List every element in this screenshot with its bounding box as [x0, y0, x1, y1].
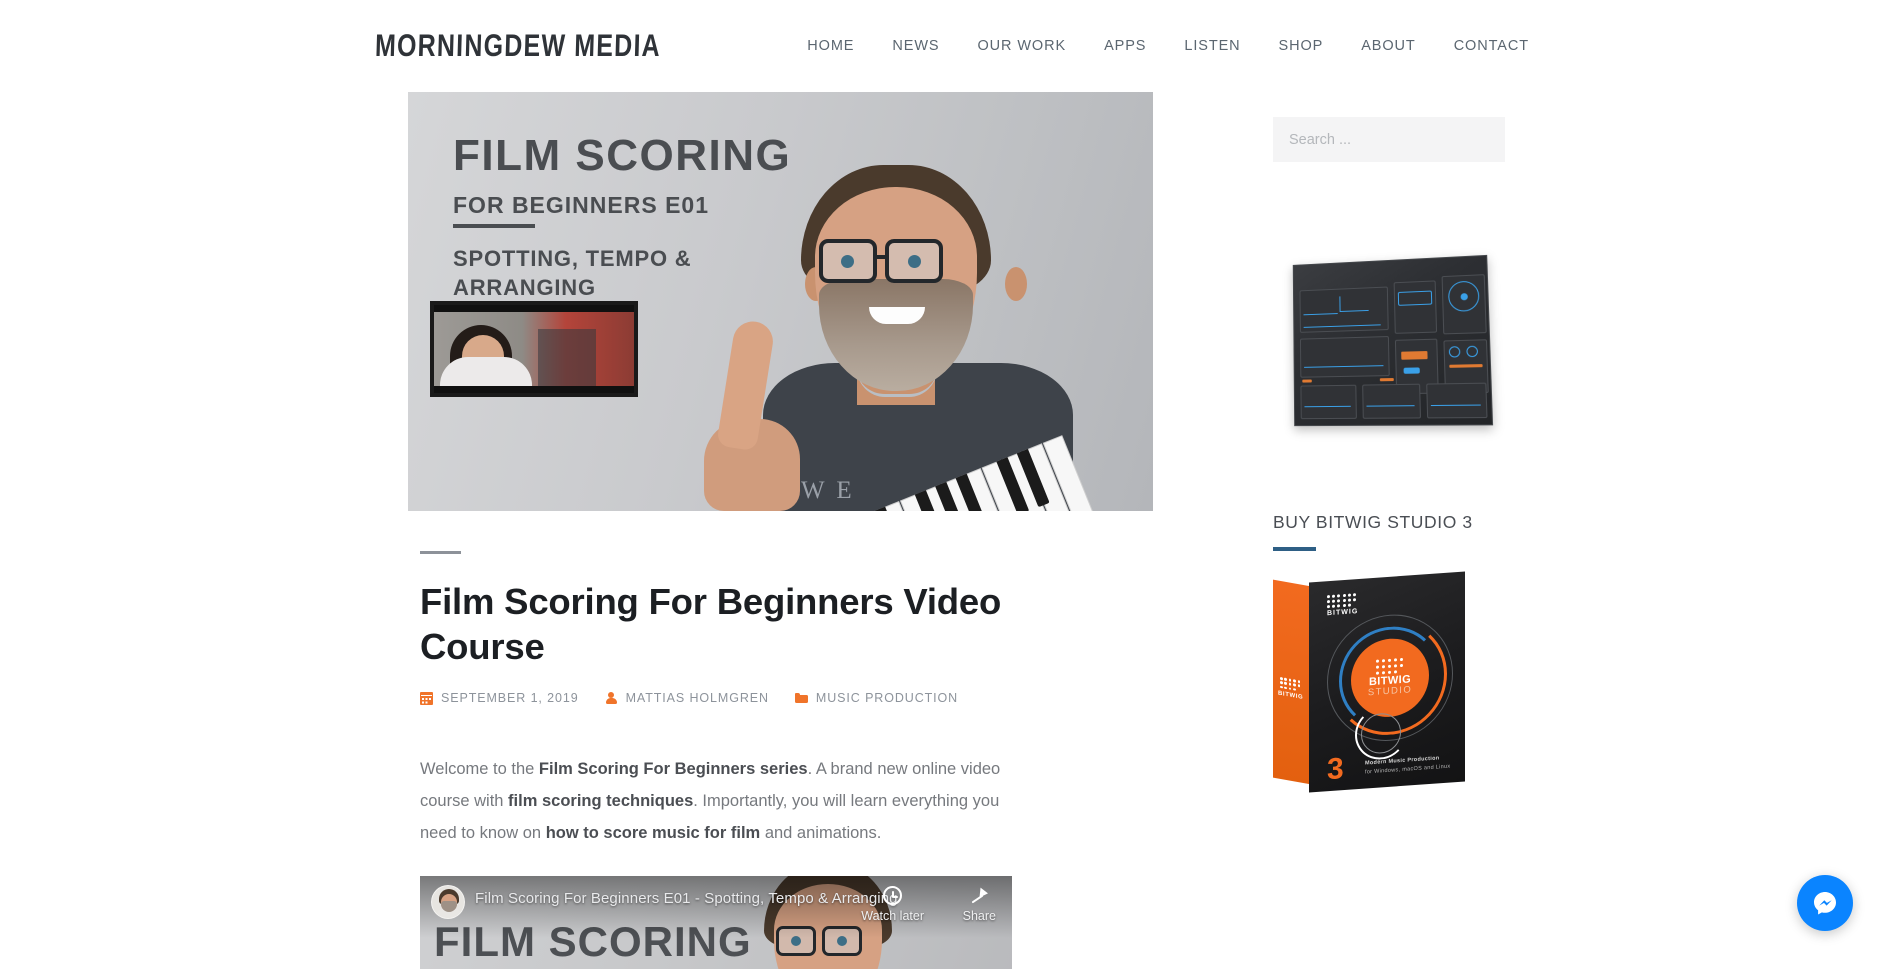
product-version: 3	[1327, 752, 1344, 787]
post-category-label[interactable]: MUSIC PRODUCTION	[816, 691, 958, 705]
watch-later-button[interactable]: Watch later	[861, 885, 924, 923]
messenger-chat-button[interactable]	[1797, 875, 1853, 931]
video-title[interactable]: Film Scoring For Beginners E01 - Spottin…	[475, 890, 898, 907]
nav-item-contact[interactable]: CONTACT	[1454, 38, 1529, 54]
daw-interface-image	[1292, 254, 1494, 427]
post-date: SEPTEMBER 1, 2019	[420, 691, 579, 705]
main-navigation: HOME NEWS OUR WORK APPS LISTEN SHOP ABOU…	[807, 38, 1529, 54]
nav-item-shop[interactable]: SHOP	[1279, 38, 1324, 54]
messenger-icon	[1814, 892, 1836, 915]
share-button[interactable]: Share	[963, 886, 996, 923]
sidebar-widget-title: BUY BITWIG STUDIO 3	[1273, 512, 1473, 532]
main-content: FILM SCORING FOR BEGINNERS E01 SPOTTING,…	[408, 92, 1153, 969]
body-bold-1: Film Scoring For Beginners series	[538, 760, 808, 779]
nav-item-our-work[interactable]: OUR WORK	[978, 38, 1067, 54]
featured-topics: SPOTTING, TEMPO & ARRANGING	[453, 246, 692, 301]
nav-item-news[interactable]: NEWS	[892, 38, 939, 54]
nav-item-apps[interactable]: APPS	[1104, 38, 1146, 54]
share-arrow-icon	[970, 886, 989, 905]
bitwig-product-box[interactable]: BITWIG BITWIG BITWIG STUDIO 3 Modern Mus…	[1273, 571, 1465, 793]
site-header: MORNINGDEW MEDIA HOME NEWS OUR WORK APPS…	[0, 0, 1901, 92]
post-date-label: SEPTEMBER 1, 2019	[441, 691, 579, 706]
page-title: Film Scoring For Beginners Video Course	[420, 581, 1002, 667]
folder-icon	[794, 692, 808, 705]
body-bold-2: film scoring techniques	[508, 792, 694, 811]
featured-heading: FILM SCORING	[453, 131, 792, 180]
user-icon	[605, 691, 618, 705]
page-layout: FILM SCORING FOR BEGINNERS E01 SPOTTING,…	[0, 92, 1901, 969]
post-author[interactable]: MATTIAS HOLMGREN	[605, 691, 769, 705]
clock-icon	[883, 885, 903, 905]
nav-item-about[interactable]: ABOUT	[1361, 38, 1415, 54]
youtube-embed[interactable]: FILM SCORING Film Scoring For Beginners …	[420, 875, 1012, 969]
title-accent-dash	[420, 551, 461, 554]
calendar-icon	[420, 691, 433, 705]
watch-later-label: Watch later	[861, 908, 924, 923]
product-logo-line2: STUDIO	[1367, 684, 1413, 699]
presenter-photo: W E	[753, 159, 1097, 511]
nav-item-listen[interactable]: LISTEN	[1184, 38, 1240, 54]
sidebar-ad-banner[interactable]	[1273, 244, 1505, 440]
featured-image[interactable]: FILM SCORING FOR BEGINNERS E01 SPOTTING,…	[408, 92, 1153, 511]
body-text-1: Welcome to the	[420, 760, 539, 779]
post-category[interactable]: MUSIC PRODUCTION	[794, 691, 958, 705]
body-bold-3: how to score music for film	[545, 824, 761, 843]
product-box-spine: BITWIG	[1273, 579, 1311, 785]
site-logo[interactable]: MORNINGDEW MEDIA	[374, 28, 662, 64]
featured-divider	[453, 224, 535, 228]
body-text-4: and animations.	[760, 824, 882, 843]
corner-brand: BITWIG	[1327, 608, 1359, 618]
post-author-label[interactable]: MATTIAS HOLMGREN	[626, 691, 769, 705]
post-body-paragraph: Welcome to the Film Scoring For Beginner…	[420, 753, 1020, 850]
spine-brand: BITWIG	[1278, 690, 1304, 701]
shirt-text: W E	[801, 477, 855, 504]
product-box-front: BITWIG BITWIG STUDIO 3 Modern Music Prod…	[1309, 571, 1465, 793]
nav-item-home[interactable]: HOME	[807, 38, 854, 54]
post-meta: SEPTEMBER 1, 2019 MATTIAS HOLMGREN MUSIC…	[420, 691, 1153, 705]
widget-accent-rule	[1273, 547, 1316, 551]
channel-avatar[interactable]	[431, 884, 465, 919]
featured-subtitle: FOR BEGINNERS E01	[453, 192, 709, 218]
sidebar: BUY BITWIG STUDIO 3 BITWIG BITWIG BITWIG…	[1273, 92, 1505, 969]
search-input[interactable]	[1273, 117, 1505, 162]
inset-video-clip	[430, 301, 638, 397]
share-label: Share	[962, 908, 996, 923]
